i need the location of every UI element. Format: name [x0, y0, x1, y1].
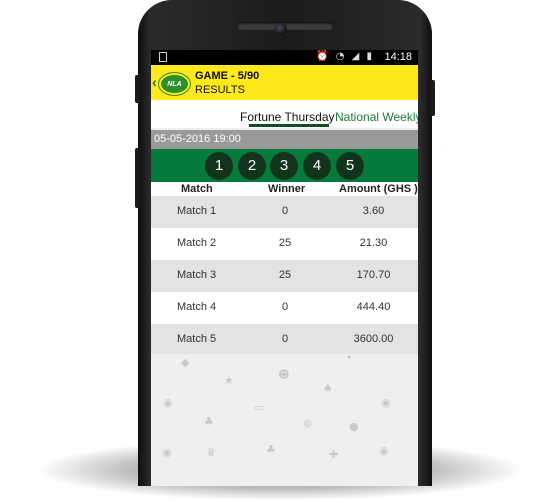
- cell-match: Match 2: [177, 237, 217, 249]
- cell-winner: 25: [278, 237, 292, 249]
- eye-icon: ◉: [163, 396, 173, 409]
- volume-button: [135, 75, 140, 103]
- nla-logo[interactable]: NLA: [159, 73, 190, 95]
- cell-match: Match 5: [177, 333, 217, 345]
- crown-icon: ♛: [206, 446, 216, 459]
- bag-icon: ●: [349, 420, 359, 433]
- star-icon: ★: [224, 374, 234, 387]
- tab-indicator: [249, 124, 329, 127]
- phone-screen: ⏰ ◔ ◢ ▮ 14:18 ‹ NLA GAME - 5/90 RESULTS …: [151, 50, 418, 486]
- cell-match: Match 3: [177, 269, 217, 281]
- results-table-header: Match Winner Amount (GHS ): [151, 182, 418, 196]
- table-row: Match 4 0 444.40: [151, 292, 418, 324]
- diamond-icon: ◆: [181, 356, 190, 369]
- header-amount: Amount (GHS ): [339, 183, 418, 195]
- cell-amount: 3600.00: [353, 333, 394, 345]
- app-bar: ‹ NLA GAME - 5/90 RESULTS: [151, 65, 418, 100]
- page-subtitle: RESULTS: [195, 84, 245, 96]
- cell-amount: 3.60: [362, 205, 385, 217]
- table-row: Match 2 25 21.30: [151, 228, 418, 260]
- front-camera: [275, 23, 287, 35]
- number-ball: 3: [270, 152, 298, 180]
- circles-icon: ⊛: [303, 417, 313, 430]
- table-row: Match 1 0 3.60: [151, 196, 418, 228]
- puzzle-icon: ✚: [329, 448, 339, 461]
- dot-icon: •: [346, 351, 353, 364]
- logo-text: NLA: [167, 80, 182, 88]
- status-bar: ⏰ ◔ ◢ ▮ 14:18: [151, 50, 418, 65]
- cell-winner: 25: [278, 269, 292, 281]
- cell-winner: 0: [281, 333, 289, 345]
- eye-icon: ◉: [162, 446, 172, 459]
- notification-icon: [159, 52, 167, 62]
- draw-date-bar: 05-05-2016 19:00: [151, 130, 418, 149]
- tab-bar: Fortune Thursday National Weekly: [151, 100, 418, 128]
- cell-amount: 21.30: [359, 237, 388, 249]
- header-winner: Winner: [268, 183, 306, 195]
- spade-icon: ♠: [323, 382, 333, 395]
- status-icons: ⏰ ◔ ◢ ▮: [316, 51, 374, 62]
- winning-numbers-bar: 1 2 3 4 5: [151, 149, 418, 182]
- table-row: Match 3 25 170.70: [151, 260, 418, 292]
- number-ball: 2: [238, 152, 266, 180]
- clover-icon: ♣: [204, 415, 214, 428]
- cell-amount: 170.70: [356, 269, 391, 281]
- header-match: Match: [181, 183, 213, 195]
- cell-match: Match 4: [177, 301, 217, 313]
- side-button: [135, 148, 140, 208]
- eye-icon: ◉: [379, 444, 389, 457]
- cell-winner: 0: [281, 205, 289, 217]
- number-ball: 1: [205, 152, 233, 180]
- page-title: GAME - 5/90: [195, 70, 260, 82]
- ticket-icon: ▭: [253, 401, 264, 414]
- cell-match: Match 1: [177, 205, 217, 217]
- cell-amount: 444.40: [356, 301, 391, 313]
- draw-date: 05-05-2016 19:00: [154, 133, 241, 145]
- back-arrow-icon[interactable]: ‹: [152, 74, 157, 90]
- power-button: [430, 80, 435, 116]
- status-time: 14:18: [384, 51, 412, 63]
- eye-icon: ◉: [381, 396, 391, 409]
- background-pattern: ◆ • ★ ☻ ♠ ◉ ▭ ◉ ♣ ⊛ ● ◉ ♛ ♣ ✚ ◉: [151, 351, 418, 486]
- number-ball: 5: [336, 152, 364, 180]
- tab-national-weekly[interactable]: National Weekly: [335, 110, 418, 124]
- club-icon: ♣: [266, 443, 276, 456]
- number-ball: 4: [303, 152, 331, 180]
- tab-fortune-thursday[interactable]: Fortune Thursday: [240, 110, 335, 124]
- smile-icon: ☻: [278, 368, 290, 381]
- table-row: Match 5 0 3600.00: [151, 324, 418, 356]
- cell-winner: 0: [281, 301, 289, 313]
